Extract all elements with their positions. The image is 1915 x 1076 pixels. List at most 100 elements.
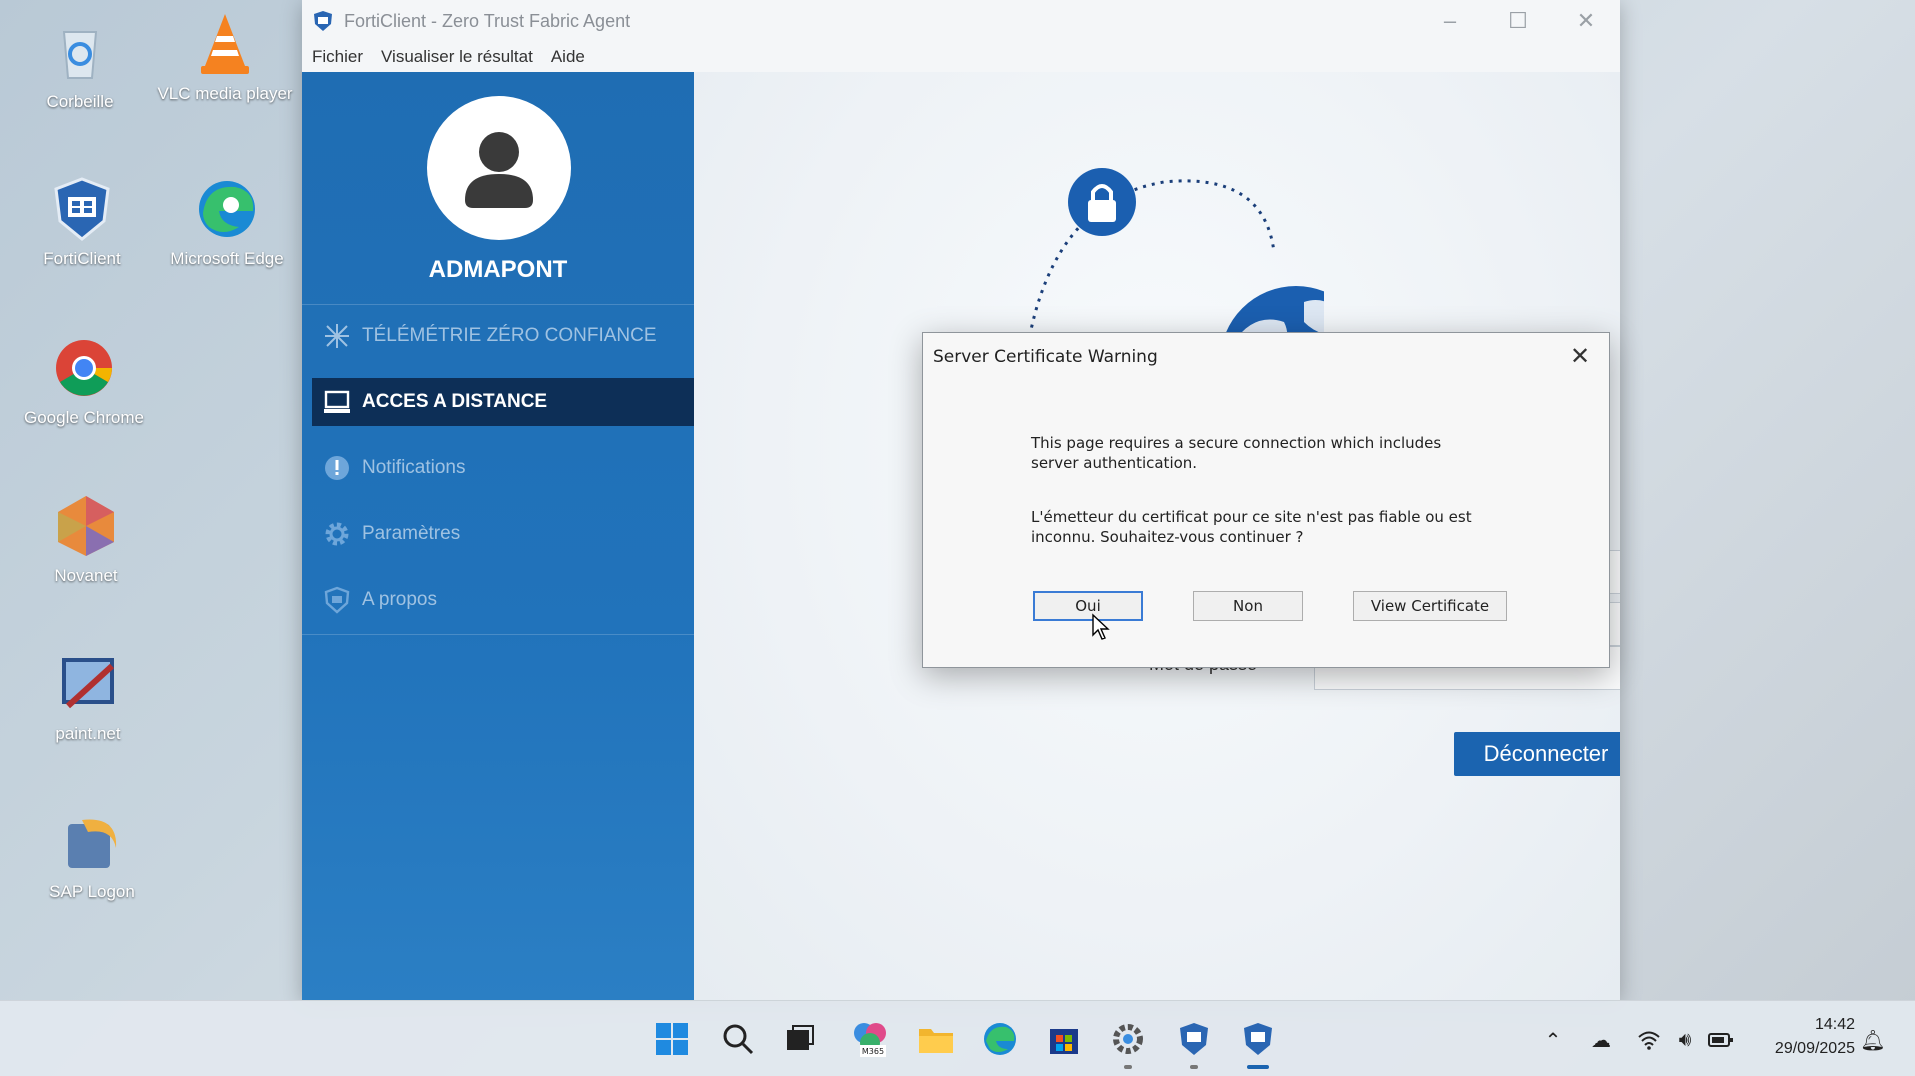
- dialog-title: Server Certificate Warning: [933, 347, 1158, 367]
- onedrive-icon[interactable]: ☁: [1586, 1025, 1616, 1055]
- store-button[interactable]: [1042, 1017, 1086, 1061]
- taskbar: M365 ⌃ ☁ 🔊︎ 14:42 29/09/2025 🔔︎: [0, 1000, 1915, 1076]
- desktop-icon-paintnet[interactable]: paint.net: [13, 650, 163, 744]
- close-window-button[interactable]: ✕: [1552, 0, 1620, 42]
- volume-icon[interactable]: 🔊︎: [1670, 1025, 1700, 1055]
- desktop-icon-label: Google Chrome: [23, 408, 144, 427]
- forticlient-taskbar-button-2[interactable]: [1236, 1017, 1280, 1069]
- menu-visualiser[interactable]: Visualiser le résultat: [381, 47, 533, 67]
- dialog-message-line: L'émetteur du certificat pour ce site n'…: [1031, 508, 1472, 526]
- windows-icon: [656, 1023, 688, 1055]
- task-view-button[interactable]: [778, 1017, 822, 1061]
- sidebar-item-label: ACCES A DISTANCE: [362, 391, 548, 412]
- settings-taskbar-button[interactable]: [1106, 1017, 1150, 1069]
- telemetry-icon: [322, 321, 352, 351]
- desktop-icon-label: Microsoft Edge: [170, 249, 284, 268]
- bell-icon[interactable]: 🔔︎: [1858, 1025, 1888, 1055]
- novanet-icon: [58, 496, 114, 556]
- desktop-icon-corbeille[interactable]: Corbeille: [5, 18, 155, 112]
- desktop-icon-label: FortiClient: [43, 249, 121, 268]
- m365-button[interactable]: M365: [848, 1017, 892, 1061]
- certificate-warning-dialog: Server Certificate Warning ✕ This page r…: [922, 332, 1610, 668]
- notification-icon: [322, 453, 352, 483]
- running-indicator: [1124, 1065, 1132, 1069]
- battery-icon[interactable]: [1706, 1025, 1736, 1055]
- active-indicator: [1247, 1065, 1269, 1069]
- desktop-icon-edge[interactable]: Microsoft Edge: [152, 175, 302, 269]
- clock-time: 14:42: [1814, 1016, 1855, 1033]
- search-icon: [723, 1024, 754, 1055]
- no-button[interactable]: Non: [1193, 591, 1303, 621]
- sidebar: ADMAPONT TÉLÉMÉTRIE ZÉRO CONFIANCE ACCES…: [302, 72, 694, 1000]
- chrome-icon: [56, 340, 112, 396]
- username: ADMAPONT: [428, 256, 568, 283]
- sap-logon-icon: [68, 819, 117, 868]
- dialog-message-2: L'émetteur du certificat pour ce site n'…: [1031, 507, 1491, 547]
- start-button[interactable]: [650, 1017, 694, 1061]
- edge-taskbar-button[interactable]: [978, 1017, 1022, 1061]
- mouse-cursor-icon: [1092, 613, 1110, 640]
- maximize-button[interactable]: ☐: [1484, 0, 1552, 42]
- m365-label: M365: [862, 1047, 884, 1056]
- desktop-icon-label: SAP Logon: [49, 882, 135, 901]
- minimize-button[interactable]: –: [1416, 0, 1484, 42]
- sidebar-item-notifications[interactable]: Notifications: [312, 444, 694, 492]
- sidebar-item-label: TÉLÉMÉTRIE ZÉRO CONFIANCE: [362, 325, 657, 346]
- desktop-icon-sap-logon[interactable]: SAP Logon: [17, 808, 167, 902]
- forticlient-icon: [1244, 1023, 1272, 1055]
- desktop-icon-vlc[interactable]: VLC media player: [150, 10, 300, 104]
- sidebar-item-label: Paramètres: [362, 523, 461, 544]
- yes-button[interactable]: Oui: [1033, 591, 1143, 621]
- avatar: [427, 96, 571, 240]
- paintnet-icon: [62, 658, 115, 709]
- close-icon[interactable]: ✕: [1565, 341, 1595, 371]
- sidebar-item-settings[interactable]: Paramètres: [312, 510, 694, 558]
- forticlient-icon: [54, 177, 110, 241]
- dialog-message-line: This page requires a secure connection w…: [1031, 434, 1442, 452]
- view-certificate-button[interactable]: View Certificate: [1353, 591, 1507, 621]
- window-title: FortiClient - Zero Trust Fabric Agent: [344, 10, 631, 31]
- sidebar-item-telemetry[interactable]: TÉLÉMÉTRIE ZÉRO CONFIANCE: [312, 312, 694, 360]
- forticlient-taskbar-button-1[interactable]: [1172, 1017, 1216, 1069]
- user-avatar-icon: [465, 132, 533, 208]
- search-button[interactable]: [716, 1017, 760, 1061]
- desktop-icon-forticlient[interactable]: FortiClient: [7, 175, 157, 269]
- shield-icon: [322, 585, 352, 615]
- title-bar[interactable]: FortiClient - Zero Trust Fabric Agent – …: [302, 0, 1620, 42]
- desktop-icon-chrome[interactable]: Google Chrome: [9, 334, 159, 428]
- desktop-icon-label: VLC media player: [157, 84, 293, 103]
- sidebar-item-label: Notifications: [362, 457, 466, 478]
- sidebar-item-label: A propos: [362, 589, 437, 610]
- clock[interactable]: 14:42 29/09/2025: [1775, 1013, 1855, 1061]
- disconnect-button[interactable]: Déconnecter: [1454, 732, 1620, 776]
- desktop-icon-label: Corbeille: [46, 92, 114, 111]
- edge-icon: [984, 1023, 1016, 1055]
- desktop-icon-novanet[interactable]: Novanet: [11, 492, 161, 586]
- gear-icon: [322, 519, 352, 549]
- vlc-icon: [201, 14, 249, 74]
- chevron-up-icon[interactable]: ⌃: [1538, 1025, 1568, 1055]
- menu-aide[interactable]: Aide: [551, 47, 585, 67]
- divider: [302, 634, 694, 635]
- sidebar-item-remote-access[interactable]: ACCES A DISTANCE: [312, 378, 694, 426]
- remote-access-icon: [322, 387, 352, 417]
- recycle-bin-icon: [62, 31, 98, 79]
- forticlient-app-icon: [314, 11, 332, 31]
- desktop-icon-label: Novanet: [54, 566, 118, 585]
- dialog-message-1: This page requires a secure connection w…: [1031, 433, 1491, 473]
- edge-icon: [199, 181, 255, 237]
- dialog-message-line: server authentication.: [1031, 454, 1198, 472]
- wifi-icon[interactable]: [1634, 1025, 1664, 1055]
- running-indicator: [1190, 1065, 1198, 1069]
- menu-fichier[interactable]: Fichier: [312, 47, 363, 67]
- gear-icon: [1113, 1024, 1143, 1054]
- m365-icon: M365: [854, 1023, 886, 1057]
- divider: [302, 304, 694, 305]
- store-icon: [1050, 1029, 1078, 1054]
- clock-date: 29/09/2025: [1774, 1040, 1855, 1057]
- file-explorer-button[interactable]: [914, 1017, 958, 1061]
- sidebar-item-about[interactable]: A propos: [312, 576, 694, 624]
- task-view-icon: [787, 1025, 814, 1050]
- dialog-message-line: inconnu. Souhaitez-vous continuer ?: [1031, 528, 1304, 546]
- folder-icon: [919, 1029, 953, 1053]
